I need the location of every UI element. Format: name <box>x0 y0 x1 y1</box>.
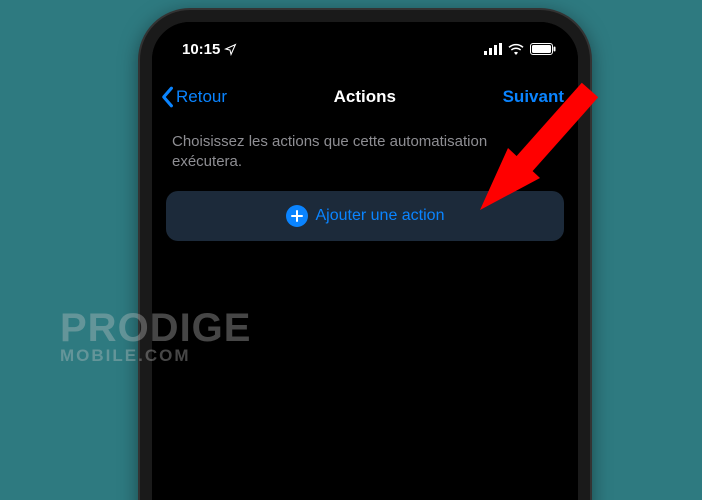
nav-bar: Retour Actions Suivant <box>152 66 578 122</box>
back-label: Retour <box>176 87 227 107</box>
battery-icon <box>530 43 556 55</box>
plus-circle-icon <box>286 205 308 227</box>
status-right <box>484 43 556 55</box>
phone-frame: 10:15 <box>140 10 590 500</box>
cellular-signal-icon <box>484 43 502 55</box>
status-time: 10:15 <box>182 41 220 58</box>
wifi-icon <box>508 43 524 55</box>
add-action-button[interactable]: Ajouter une action <box>166 191 564 241</box>
instruction-text: Choisissez les actions que cette automat… <box>152 122 578 191</box>
chevron-left-icon <box>160 86 174 108</box>
next-button[interactable]: Suivant <box>503 87 564 107</box>
phone-screen: 10:15 <box>152 22 578 500</box>
back-button[interactable]: Retour <box>160 86 227 108</box>
page-title: Actions <box>334 87 396 107</box>
phone-notch <box>265 22 465 50</box>
status-left: 10:15 <box>182 41 237 58</box>
add-action-label: Ajouter une action <box>316 207 445 225</box>
location-icon <box>224 43 237 56</box>
